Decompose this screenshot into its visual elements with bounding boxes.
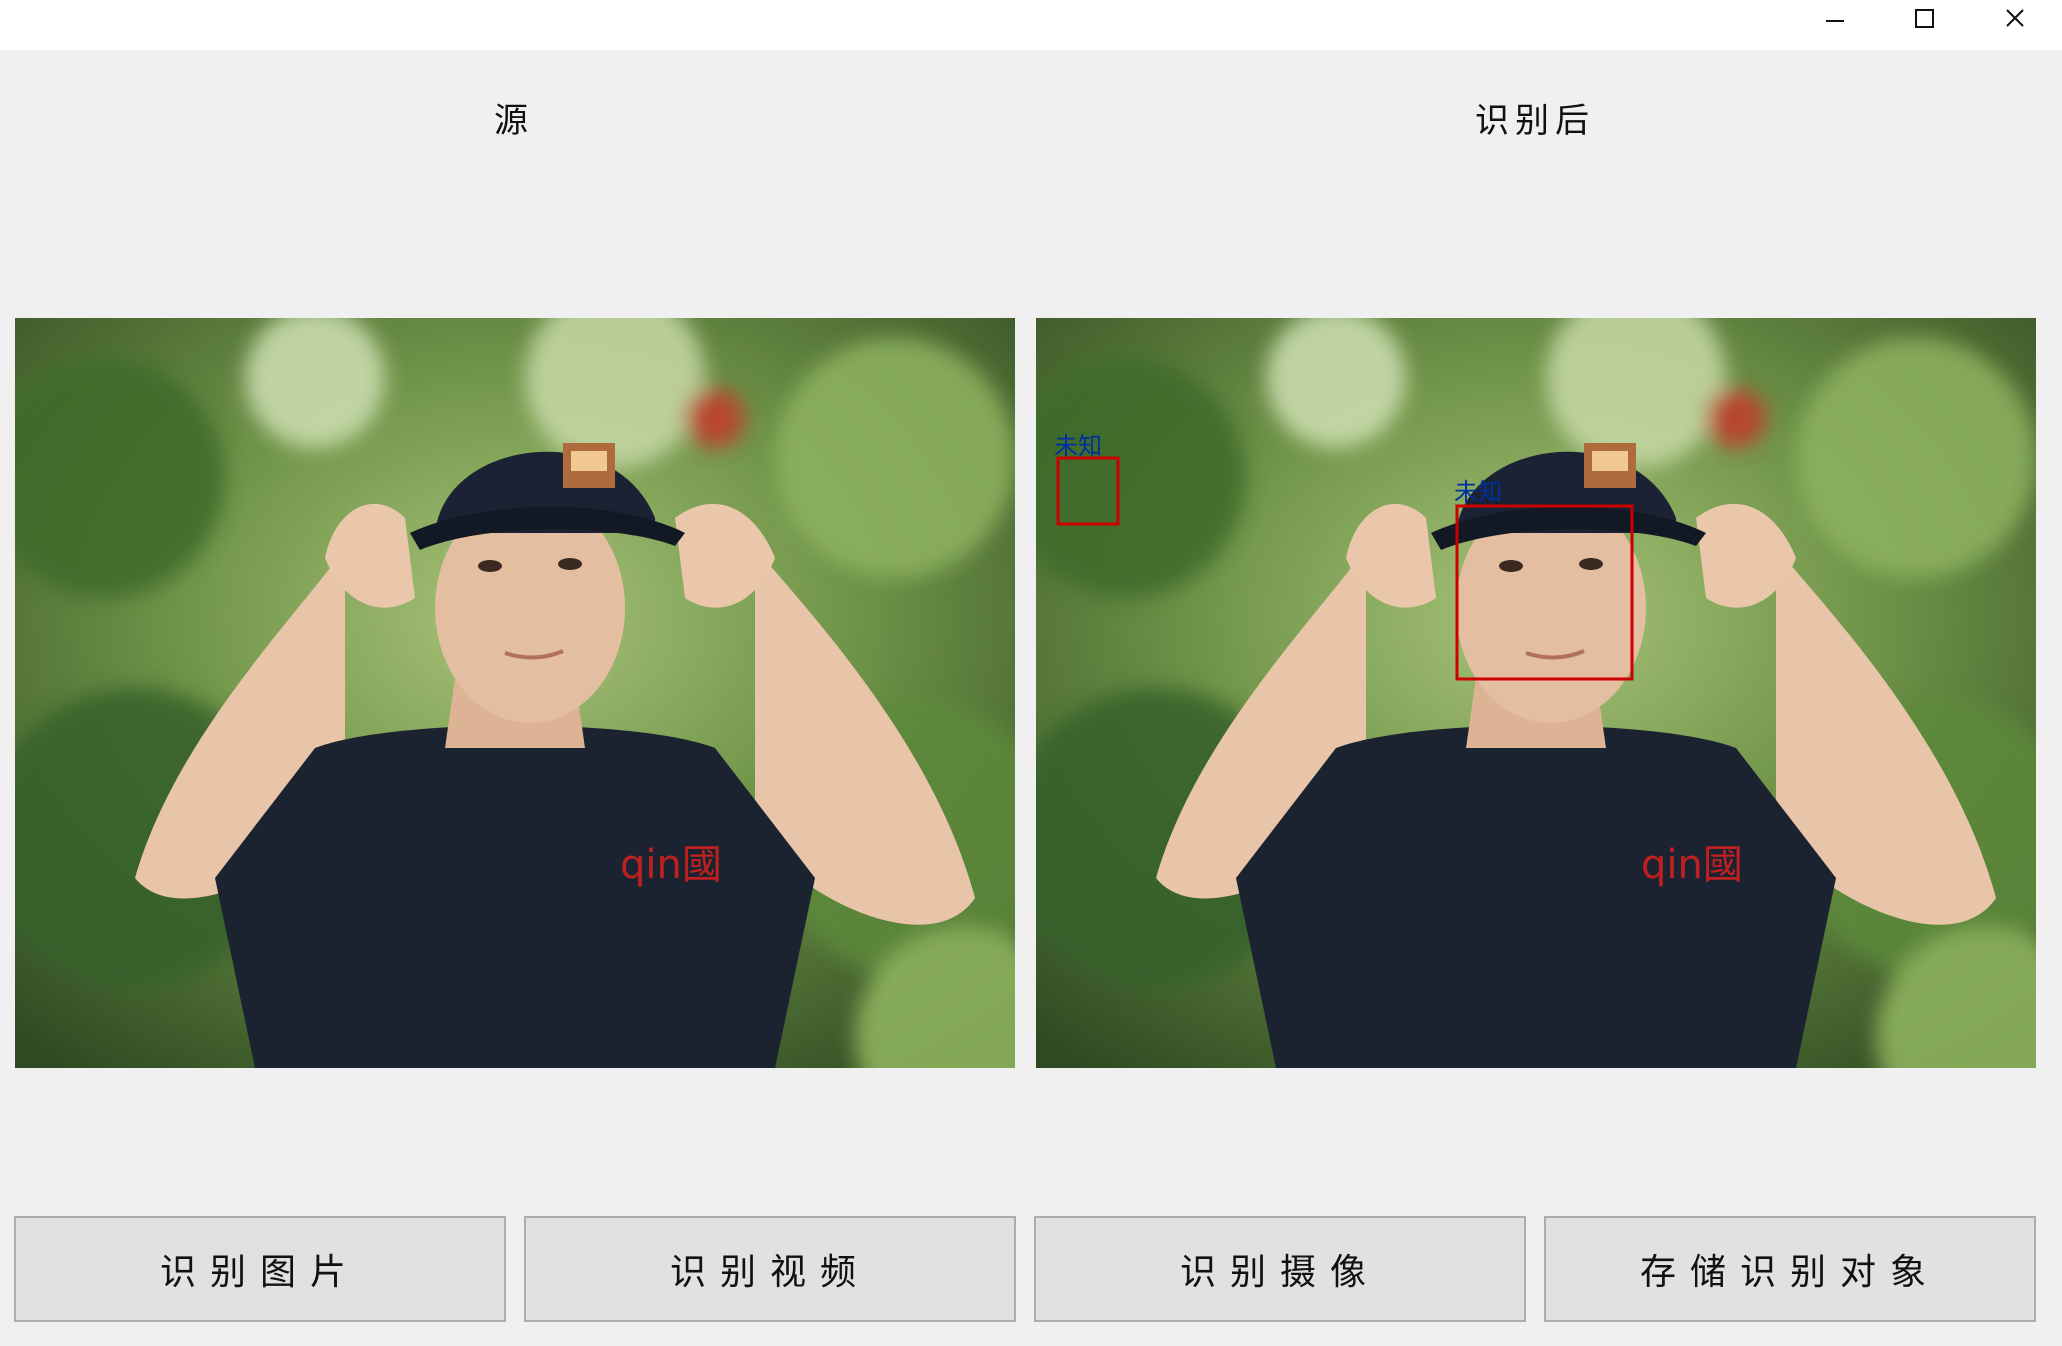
save-object-button[interactable]: 存储识别对象 [1544,1216,2036,1322]
minimize-icon [1826,20,1844,22]
maximize-button[interactable] [1880,0,1970,36]
result-image: qin國 未知 未知 [1036,318,2036,1068]
minimize-button[interactable] [1790,0,1880,36]
shirt-print: qin國 [620,842,722,888]
close-button[interactable] [1970,0,2060,36]
recognize-camera-button[interactable]: 识别摄像 [1034,1216,1526,1322]
app-window: 源 识别后 qin國 qin國 未知 未知 识别图片 识别视频 识别摄像 存储识… [0,0,2062,1346]
photo-person-in-cap: qin國 [15,318,1015,1068]
recognize-video-button[interactable]: 识别视频 [524,1216,1016,1322]
result-label: 识别后 [1475,101,1595,141]
detection-label: 未知 [1054,432,1102,460]
source-label: 源 [494,101,534,141]
maximize-icon [1915,9,1934,28]
photo-person-in-cap-detected: qin國 未知 未知 [1036,318,2036,1068]
detection-label: 未知 [1454,478,1502,506]
close-icon [2006,9,2024,27]
title-bar [0,0,2062,50]
shirt-print: qin國 [1641,842,1743,888]
recognize-image-button[interactable]: 识别图片 [14,1216,506,1322]
source-image: qin國 [15,318,1015,1068]
